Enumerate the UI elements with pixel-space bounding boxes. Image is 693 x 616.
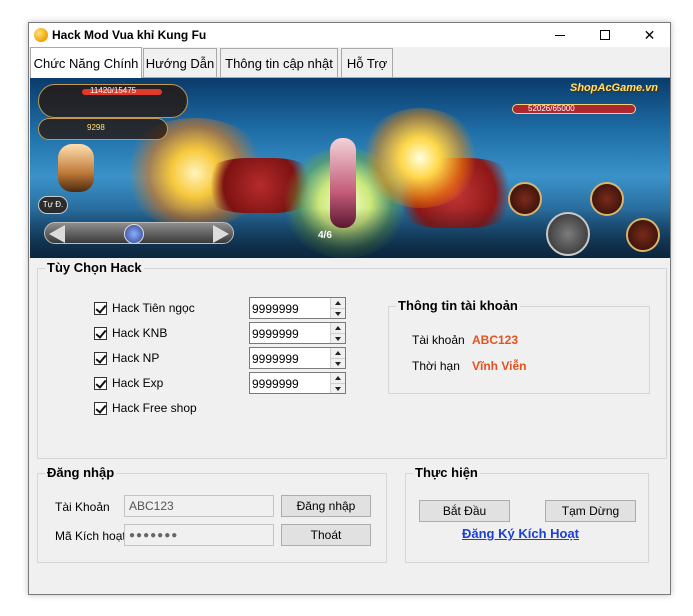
spin-control[interactable]: [330, 373, 345, 393]
exit-button[interactable]: Thoát: [281, 524, 371, 546]
spin-up-button[interactable]: [331, 323, 345, 333]
banner-character: [58, 144, 94, 192]
arrow-down-icon: [335, 336, 341, 341]
knb-stepper[interactable]: 9999999: [249, 322, 346, 344]
hack-knb-label: Hack KNB: [112, 326, 168, 340]
tab-bar: Chức Năng Chính Hướng Dẫn Thông tin cập …: [29, 47, 670, 78]
spin-up-button[interactable]: [331, 298, 345, 308]
checkbox-checked-icon: [94, 376, 107, 390]
window-title: Hack Mod Vua khỉ Kung Fu: [52, 28, 207, 42]
hack-free-shop-checkbox[interactable]: Hack Free shop: [94, 401, 197, 415]
banner-skill-icon: [508, 182, 542, 216]
execute-title: Thực hiện: [413, 465, 480, 480]
checkbox-checked-icon: [94, 351, 107, 365]
banner-coin-hud: 9298: [38, 118, 168, 140]
title-bar: Hack Mod Vua khỉ Kung Fu ✕: [29, 23, 670, 47]
hack-tien-ngoc-label: Hack Tiên ngọc: [112, 301, 195, 315]
spin-down-button[interactable]: [331, 358, 345, 368]
hack-exp-label: Hack Exp: [112, 376, 164, 390]
arrow-right-icon: [213, 225, 229, 243]
tab-thong-tin-cap-nhat[interactable]: Thông tin cập nhật: [220, 48, 338, 77]
spin-down-button[interactable]: [331, 333, 345, 343]
banner-effect: [360, 108, 480, 208]
spin-down-button[interactable]: [331, 308, 345, 318]
activation-code-input[interactable]: ●●●●●●●: [124, 524, 274, 546]
banner-skill-icon: [626, 218, 660, 252]
knb-value: 9999999: [252, 327, 299, 341]
np-stepper[interactable]: 9999999: [249, 347, 346, 369]
login-button[interactable]: Đăng nhập: [281, 495, 371, 517]
close-icon: ✕: [643, 26, 656, 43]
app-window: Hack Mod Vua khỉ Kung Fu ✕ Chức Năng Chí…: [28, 22, 671, 595]
account-value: ABC123: [472, 333, 519, 347]
checkbox-checked-icon: [94, 301, 107, 315]
maximize-button[interactable]: [582, 23, 627, 47]
banner-watermark: ShopAcGame.vn: [570, 82, 659, 94]
tab-chuc-nang-chinh[interactable]: Chức Năng Chính: [30, 47, 142, 78]
account-info-group: Thông tin tài khoản Tài khoản ABC123 Thờ…: [388, 298, 650, 394]
spin-control[interactable]: [330, 298, 345, 318]
banner-coin-text: 9298: [87, 123, 105, 132]
banner-wave-counter: 4/6: [318, 230, 332, 241]
login-title: Đăng nhập: [45, 465, 117, 480]
hack-free-shop-label: Hack Free shop: [112, 401, 197, 415]
maximize-icon: [599, 30, 610, 40]
hack-np-checkbox[interactable]: Hack NP: [94, 351, 159, 365]
spin-up-button[interactable]: [331, 373, 345, 383]
hack-tien-ngoc-checkbox[interactable]: Hack Tiên ngọc: [94, 301, 195, 315]
minimize-icon: [554, 34, 565, 36]
tien-ngoc-value: 9999999: [252, 302, 299, 316]
banner-attack-icon: [546, 212, 590, 256]
spin-up-button[interactable]: [331, 348, 345, 358]
spin-control[interactable]: [330, 348, 345, 368]
exp-stepper[interactable]: 9999999: [249, 372, 346, 394]
activation-code-label: Mã Kích hoạt: [55, 529, 126, 543]
arrow-down-icon: [335, 361, 341, 366]
spin-down-button[interactable]: [331, 383, 345, 393]
banner-joystick-knob: [124, 224, 144, 244]
login-account-input[interactable]: ABC123: [124, 495, 274, 517]
pause-button[interactable]: Tạm Dừng: [545, 500, 636, 522]
account-label: Tài khoản: [412, 333, 465, 347]
exp-value: 9999999: [252, 377, 299, 391]
checkbox-checked-icon: [94, 401, 107, 415]
tab-ho-tro[interactable]: Hỗ Trợ: [341, 48, 393, 77]
arrow-down-icon: [335, 311, 341, 316]
hack-options-title: Tùy Chọn Hack: [45, 260, 144, 275]
checkbox-checked-icon: [94, 326, 107, 340]
banner-skill-icon: [590, 182, 624, 216]
login-group: Đăng nhập Tài Khoản ABC123 Đăng nhập Mã …: [37, 465, 387, 563]
hack-exp-checkbox[interactable]: Hack Exp: [94, 376, 163, 390]
account-info-title: Thông tin tài khoản: [396, 298, 520, 313]
login-account-label: Tài Khoản: [55, 500, 110, 514]
tab-huong-dan[interactable]: Hướng Dẫn: [143, 48, 217, 77]
arrow-up-icon: [335, 351, 341, 355]
close-button[interactable]: ✕: [627, 23, 672, 47]
banner-character: [330, 138, 356, 228]
arrow-left-icon: [49, 225, 65, 243]
app-coin-icon: [34, 28, 48, 42]
start-button[interactable]: Bắt Đầu: [419, 500, 510, 522]
np-value: 9999999: [252, 352, 299, 366]
game-banner-image: 11420/15475 9298 52026/65000 ShopAcGame.…: [30, 78, 670, 258]
banner-auto-button: Tự Đ.: [38, 196, 68, 214]
arrow-up-icon: [335, 326, 341, 330]
execute-group: Thực hiện Bắt Đầu Tạm Dừng Đăng Ký Kích …: [405, 465, 649, 563]
duration-label: Thời hạn: [412, 359, 460, 373]
arrow-up-icon: [335, 301, 341, 305]
spin-control[interactable]: [330, 323, 345, 343]
tien-ngoc-stepper[interactable]: 9999999: [249, 297, 346, 319]
arrow-down-icon: [335, 386, 341, 391]
minimize-button[interactable]: [537, 23, 582, 47]
banner-enemy-hp-text: 52026/65000: [528, 104, 575, 113]
hack-knb-checkbox[interactable]: Hack KNB: [94, 326, 167, 340]
banner-hp-text: 11420/15475: [90, 86, 137, 95]
register-activation-link[interactable]: Đăng Ký Kích Hoạt: [462, 526, 579, 541]
duration-value: Vĩnh Viễn: [472, 359, 527, 373]
main-tab-panel: 11420/15475 9298 52026/65000 ShopAcGame.…: [30, 77, 670, 594]
arrow-up-icon: [335, 376, 341, 380]
hack-np-label: Hack NP: [112, 351, 160, 365]
